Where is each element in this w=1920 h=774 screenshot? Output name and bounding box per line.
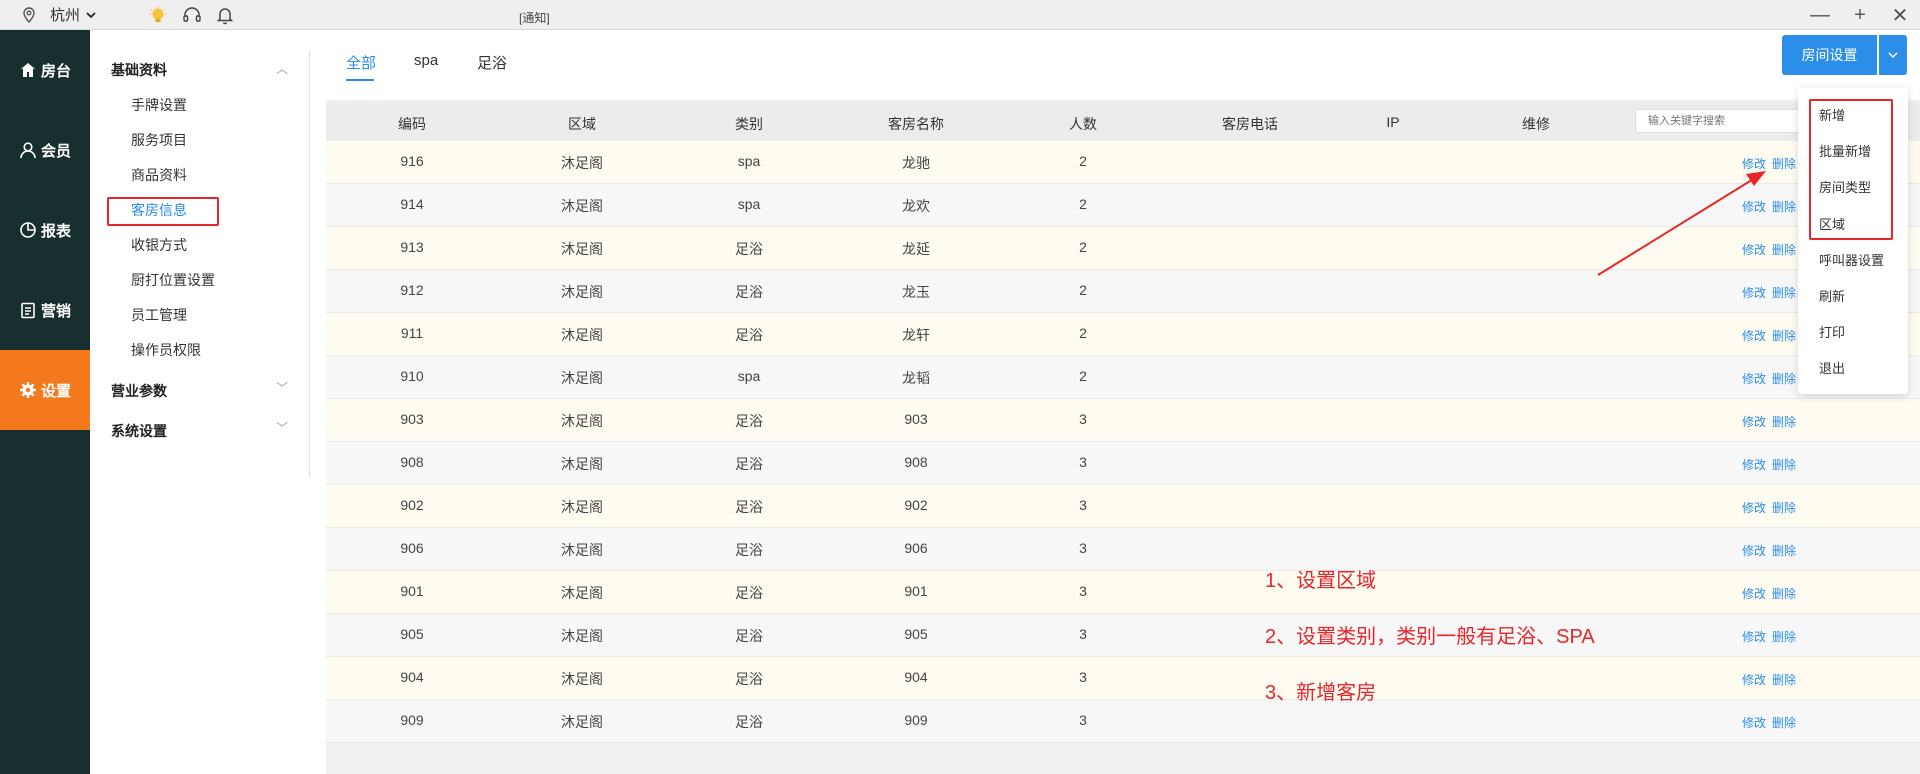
annotation-note: 1、设置区域 (1265, 570, 1377, 592)
annotation-note: 2、设置类别，类别一般有足浴、SPA (1265, 626, 1595, 648)
annotation-note: 3、新增客房 (1265, 682, 1377, 704)
annotation-arrow (1597, 171, 1766, 276)
